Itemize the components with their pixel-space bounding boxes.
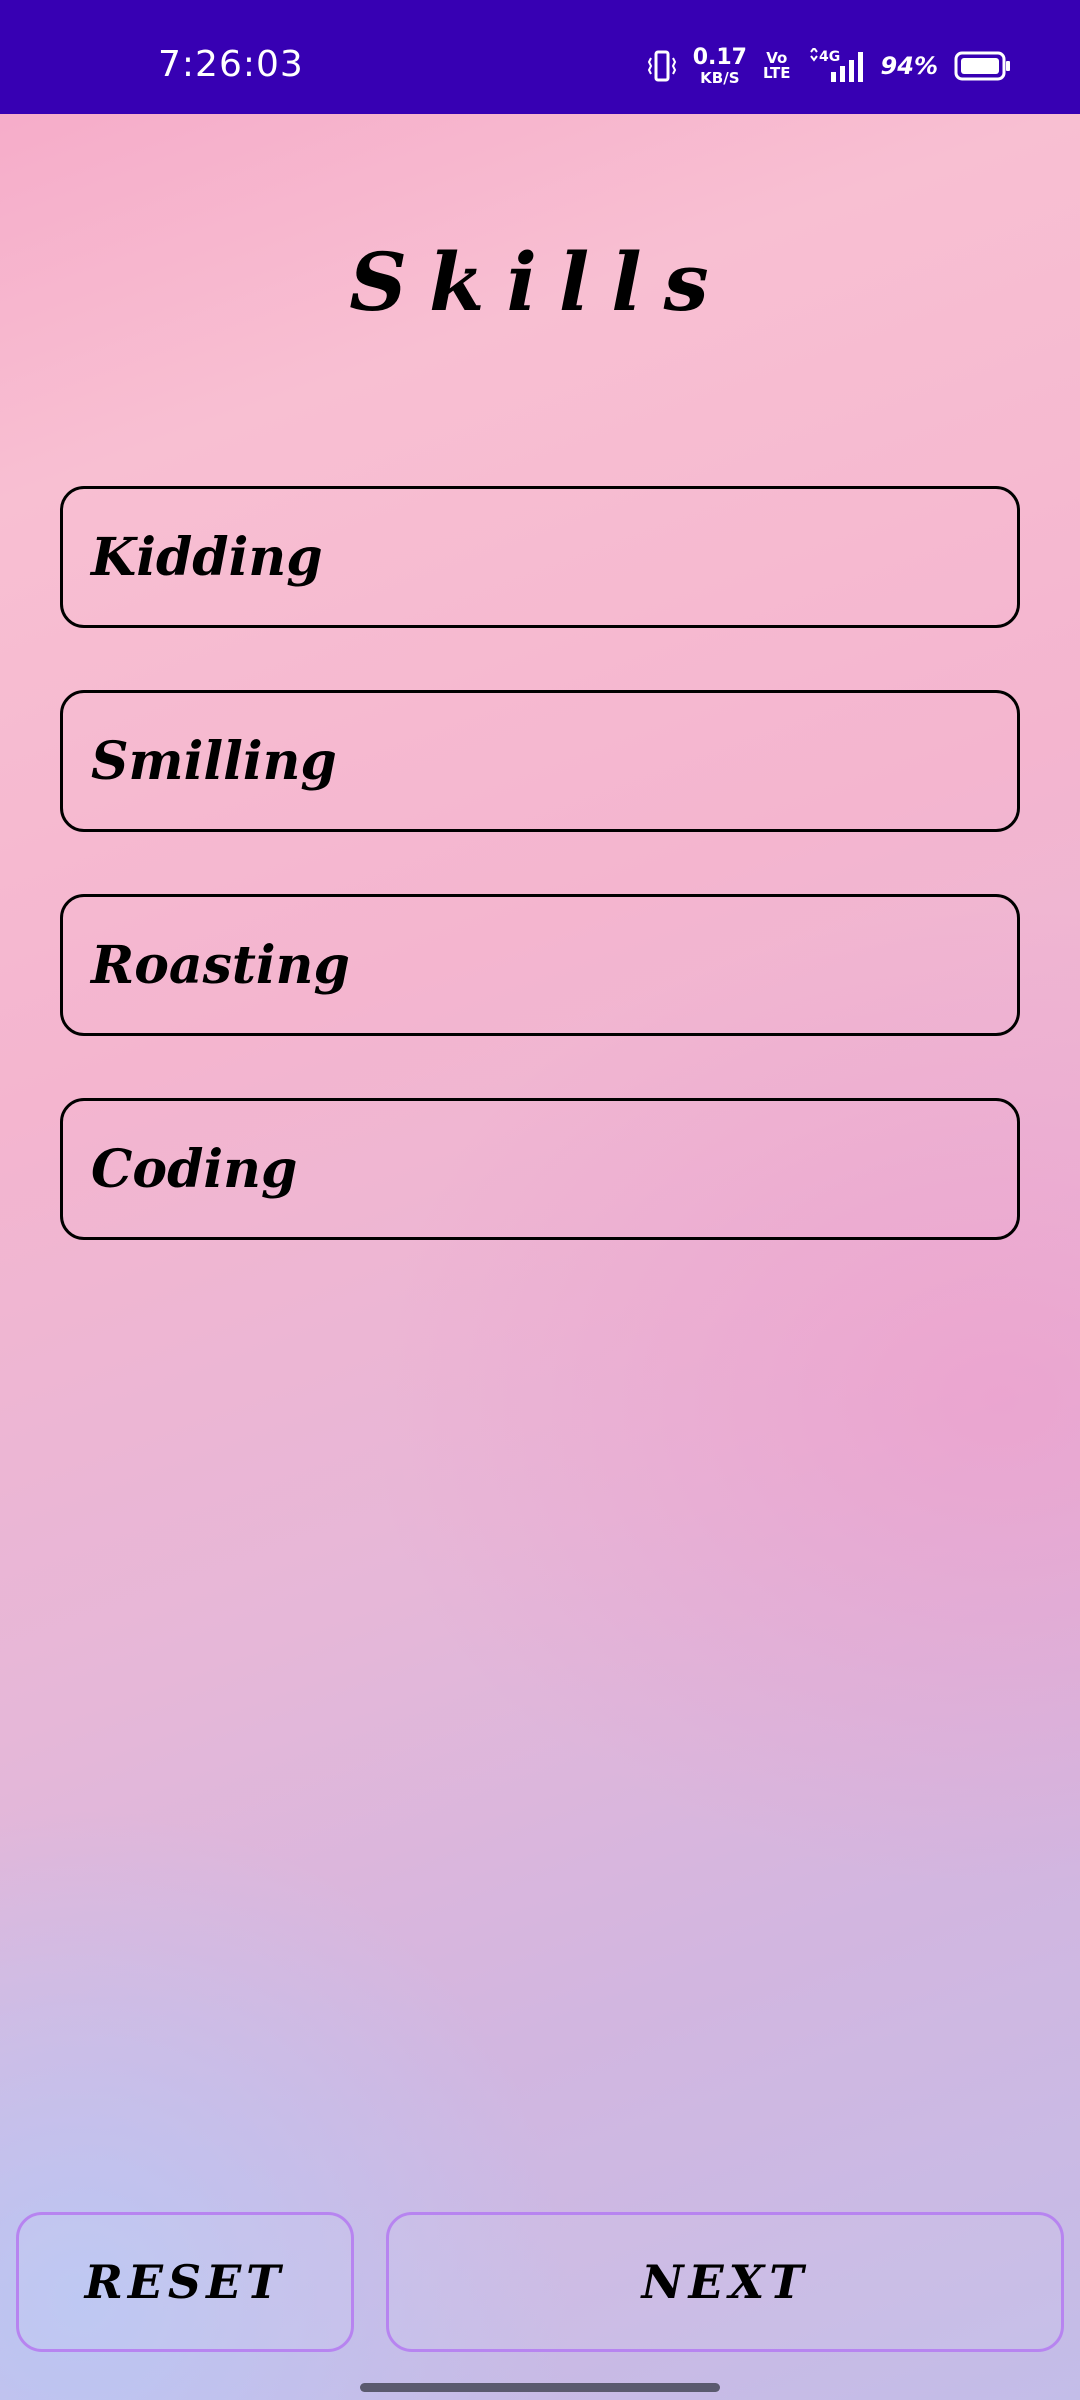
- volte-bottom: LTE: [762, 64, 791, 82]
- network-type: 4G: [819, 49, 840, 65]
- battery-icon: [954, 51, 1012, 81]
- reset-button[interactable]: RESET: [16, 2212, 354, 2352]
- battery-percent: 94%: [880, 52, 938, 80]
- skill-item-smilling[interactable]: Smilling: [60, 690, 1020, 832]
- skill-label: Coding: [91, 1138, 298, 1200]
- app-screen: 7:26:03 0.17 KB/S Vo LTE 4G 94% Skills K…: [0, 0, 1080, 2400]
- network-speed-unit: KB/S: [700, 68, 740, 87]
- page-title: Skills: [349, 235, 731, 329]
- status-icons: 0.17 KB/S Vo LTE 4G 94%: [647, 44, 1012, 88]
- skill-item-roasting[interactable]: Roasting: [60, 894, 1020, 1036]
- vibrate-icon: [647, 49, 677, 83]
- skill-item-kidding[interactable]: Kidding: [60, 486, 1020, 628]
- next-button[interactable]: NEXT: [386, 2212, 1064, 2352]
- skill-label: Kidding: [91, 526, 323, 588]
- skills-list: Kidding Smilling Roasting Coding: [60, 486, 1020, 1302]
- skill-label: Roasting: [91, 934, 350, 996]
- signal-4g-icon: 4G: [807, 48, 865, 84]
- skill-item-coding[interactable]: Coding: [60, 1098, 1020, 1240]
- status-bar: 7:26:03 0.17 KB/S Vo LTE 4G 94%: [0, 0, 1080, 114]
- network-speed: 0.17 KB/S: [692, 44, 747, 87]
- skill-label: Smilling: [91, 730, 337, 792]
- volte-indicator: Vo LTE: [763, 51, 791, 81]
- home-indicator[interactable]: [360, 2383, 720, 2392]
- status-time: 7:26:03: [158, 44, 304, 85]
- network-speed-value: 0.17: [692, 44, 747, 70]
